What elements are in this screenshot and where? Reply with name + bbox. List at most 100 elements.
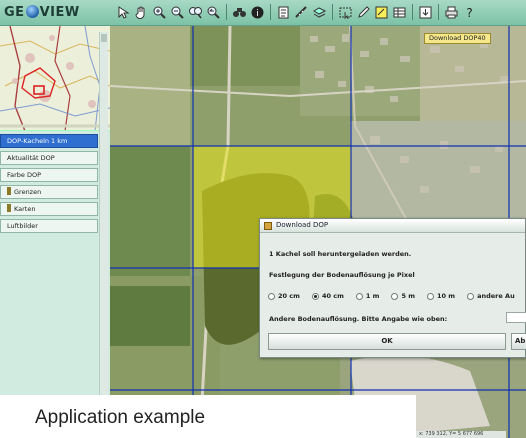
tool-strip: i? [115,4,478,22]
resolution-radio[interactable]: 10 m [427,292,455,300]
legend-tool-button[interactable] [275,4,292,21]
app-toolbar: GE VIEW i? [0,0,526,26]
toolbar-separator [332,4,333,20]
sidebar-item-label: Luftbilder [7,222,38,230]
toolbar-separator [270,4,271,20]
download-dialog: Download DOP 1 Kachel soll heruntergelad… [259,218,526,358]
sidebar-item-label: Aktualität DOP [7,154,55,162]
pan-tool-button[interactable] [133,4,150,21]
resolution-label: 20 cm [278,292,300,300]
sidebar-item-label: Farbe DOP [7,171,42,179]
layer-marker-icon [7,187,11,195]
select-icon [118,6,130,19]
layer-marker-icon [7,204,11,212]
caption: Application example [0,395,416,438]
scroll-thumb[interactable] [101,34,107,42]
legend-icon [278,6,289,19]
dialog-message: 1 Kachel soll heruntergeladen werden. [269,250,412,258]
left-panel-scrollbar[interactable] [99,32,108,432]
binoculars-tool-button[interactable] [231,4,248,21]
other-resolution-input[interactable] [506,312,526,323]
resolution-radio[interactable]: 1 m [355,292,380,300]
zoom-extent-icon [189,7,202,19]
pan-icon [135,6,145,19]
toolbar-separator [412,4,413,20]
resolution-options: 20 cm 40 cm 1 m 5 m 10 m andere Au [268,292,515,300]
other-resolution-label: Andere Bodenauflösung. Bitte Angabe wie … [269,315,448,323]
resolution-label: 5 m [401,292,415,300]
resolution-heading: Festlegung der Bodenauflösung je Pixel [269,271,415,279]
left-panel: DOP-Kacheln 1 km Aktualität DOP Farbe DOP G… [0,26,110,438]
measure-tool-button[interactable] [293,4,310,21]
print-icon [445,6,458,19]
sidebar-item[interactable]: Karten [0,202,98,216]
table-icon [393,7,406,18]
resolution-radio[interactable]: 40 cm [311,292,344,300]
resolution-radio[interactable]: 20 cm [268,292,300,300]
layers-tool-button[interactable] [311,4,328,21]
resolution-radio[interactable]: andere Au [467,292,515,300]
sidebar-item-label: Grenzen [14,188,42,196]
sidebar-item[interactable]: Aktualität DOP [0,151,98,165]
download-badge[interactable]: Download DOP40 [424,33,491,44]
resolution-label: 10 m [437,292,456,300]
radio-dot [391,292,399,300]
logo-text-right: VIEW [39,5,80,20]
zoom-extent-tool-button[interactable] [187,4,204,21]
binoculars-icon [233,8,246,17]
overview-map[interactable] [0,26,110,131]
window-icon [264,222,272,230]
selection-icon [339,7,352,20]
globe-icon [25,5,39,18]
sidebar-item[interactable]: Farbe DOP [0,168,98,182]
zoom-previous-icon [207,6,220,19]
radio-dot [268,292,275,300]
resolution-label: 40 cm [321,292,344,300]
toolbar-separator [438,4,439,20]
zoom-out-tool-button[interactable] [169,4,186,21]
selection-tool-button[interactable] [337,4,354,21]
sidebar-item-label: DOP-Kacheln 1 km [7,137,68,145]
layers-icon [313,7,327,18]
ok-button[interactable]: OK [268,333,506,350]
resolution-label: 1 m [365,292,380,300]
toolbar-separator [226,4,227,20]
info-tool-button[interactable]: i [249,4,266,21]
edit-tool-button[interactable] [355,4,372,21]
info-icon: i [251,6,264,19]
layer-menu: DOP-Kacheln 1 km Aktualität DOP Farbe DOP G… [0,134,98,236]
svg-text:?: ? [466,6,472,20]
sidebar-item-label: Karten [14,205,36,213]
help-icon: ? [466,6,472,20]
zoom-out-icon [171,6,184,19]
highlight-tool-button[interactable] [373,4,390,21]
zoom-previous-tool-button[interactable] [205,4,222,21]
table-tool-button[interactable] [391,4,408,21]
download-icon [419,6,432,19]
sidebar-item[interactable]: Luftbilder [0,219,98,233]
caption-text: Application example [35,407,206,428]
radio-dot [311,292,319,300]
print-tool-button[interactable] [443,4,460,21]
resolution-radio[interactable]: 5 m [391,292,415,300]
edit-icon [358,6,370,18]
highlight-icon [375,6,388,19]
radio-dot [355,292,363,300]
help-tool-button[interactable]: ? [461,4,478,21]
resolution-label: andere Au [477,292,515,300]
coordinates-readout: x: 739 312, Y= 5 677 696 [416,431,506,438]
sidebar-item[interactable]: Grenzen [0,185,98,199]
cancel-button[interactable]: Ab [511,333,526,350]
download-tool-button[interactable] [417,4,434,21]
zoom-in-icon [153,6,166,19]
zoom-in-tool-button[interactable] [151,4,168,21]
sidebar-item[interactable]: DOP-Kacheln 1 km [0,134,98,148]
measure-icon [295,6,307,18]
radio-dot [467,292,475,300]
geoview-logo: GE VIEW [4,5,80,20]
radio-dot [427,292,434,300]
select-tool-button[interactable] [115,4,132,21]
dialog-titlebar[interactable]: Download DOP [260,219,525,233]
svg-text:i: i [256,9,259,19]
dialog-title: Download DOP [276,221,329,229]
